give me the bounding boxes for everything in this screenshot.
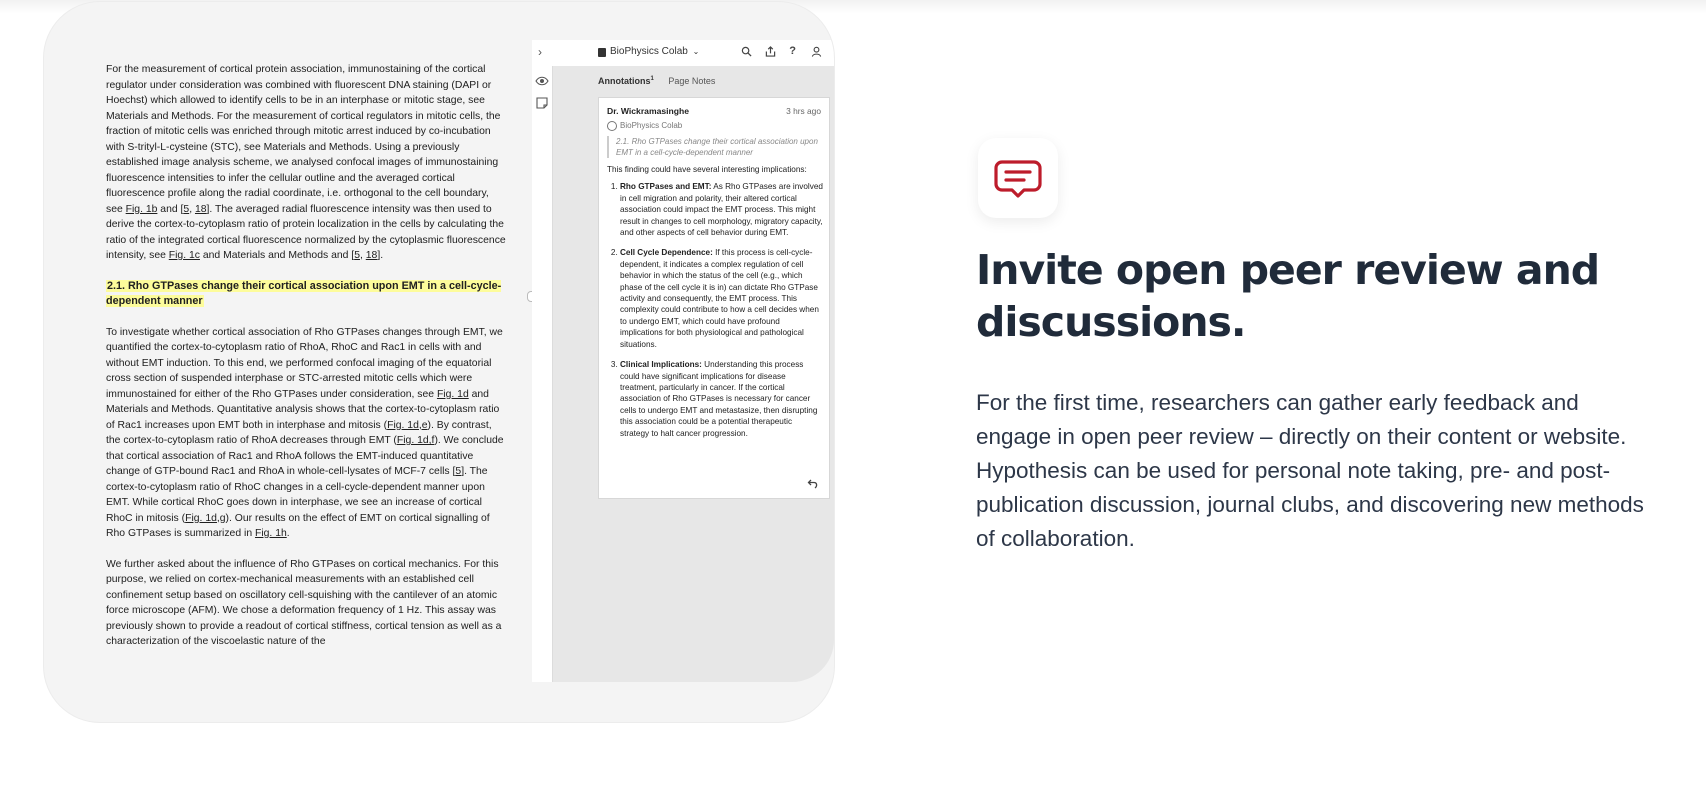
chevron-down-icon: ⌄ [692,47,700,56]
annotation-list: Rho GTPases and EMT: As Rho GTPases are … [607,181,823,439]
tab-label: Annotations [598,76,651,86]
annotation-time[interactable]: 3 hrs ago [786,106,821,117]
toolbar-icons: ? [741,45,822,57]
reference-link[interactable]: 18 [366,250,378,261]
section-heading: 2.1. Rho GTPases change their cortical a… [106,279,508,310]
figure-link[interactable]: Fig. 1d,e [387,420,427,431]
user-icon[interactable] [811,46,822,57]
note-icon[interactable] [535,96,549,110]
tab-annotations[interactable]: Annotations1 [598,76,654,86]
list-item: Cell Cycle Dependence: If this process i… [620,247,823,350]
highlighted-heading[interactable]: 2.1. Rho GTPases change their cortical a… [106,279,502,307]
group-icon [607,120,617,131]
paragraph-1: For the measurement of cortical protein … [106,62,508,264]
item-text: Understanding this process could have si… [620,360,818,438]
annotation-author[interactable]: Dr. Wickramasinghe [607,106,689,117]
reply-icon[interactable] [807,478,819,490]
figure-link[interactable]: Fig. 1b [126,204,158,215]
chat-bubble-icon [994,160,1042,198]
text: and Materials and Methods and [ [199,250,355,261]
figure-link[interactable]: Fig. 1d,f [397,435,435,446]
feature-headline: Invite open peer review and discussions. [976,246,1600,346]
text: . [286,528,290,539]
screenshot-card: For the measurement of cortical protein … [44,2,834,722]
annotation-sidebar: › BioPhysics Colab ⌄ ? Annotations1 Page… [532,40,834,682]
sidebar-tools [532,66,553,682]
article-content: For the measurement of cortical protein … [106,62,508,665]
sidebar-tabs: Annotations1 Page Notes [598,76,715,86]
help-icon[interactable]: ? [789,45,796,57]
tab-count: 1 [650,76,654,82]
annotation-group: BioPhysics Colab [607,120,682,131]
figure-link[interactable]: Fig. 1d,g [185,513,225,524]
item-title: Cell Cycle Dependence: [620,248,713,258]
paragraph-3: We further asked about the influence of … [106,558,502,648]
annotation-body: This finding could have several interest… [607,164,823,448]
figure-link[interactable]: Fig. 1h [255,528,287,539]
list-item: Rho GTPases and EMT: As Rho GTPases are … [620,181,823,238]
search-icon[interactable] [741,46,752,57]
feature-icon-tile [978,138,1058,218]
paragraph-2: To investigate whether cortical associat… [106,325,508,542]
item-title: Clinical Implications: [620,360,702,370]
eye-icon[interactable] [535,74,549,88]
figure-link[interactable]: Fig. 1c [169,250,200,261]
collapse-sidebar-icon[interactable]: › [538,45,542,59]
group-selector[interactable]: BioPhysics Colab ⌄ [598,46,699,57]
tab-page-notes[interactable]: Page Notes [668,76,715,86]
annotation-intro: This finding could have several interest… [607,165,807,174]
group-label: BioPhysics Colab [620,121,683,130]
item-text: If this process is cell-cycle-dependent,… [620,248,819,349]
annotation-quote: 2.1. Rho GTPases change their cortical a… [607,136,821,158]
sidebar-topbar: › BioPhysics Colab ⌄ ? [532,40,834,66]
text: and [ [157,203,184,215]
feature-description: For the first time, researchers can gath… [976,390,1644,551]
group-name: BioPhysics Colab [610,46,688,57]
list-item: Clinical Implications: Understanding thi… [620,359,823,439]
annotation-card[interactable]: Dr. Wickramasinghe 3 hrs ago BioPhysics … [598,97,830,499]
item-title: Rho GTPases and EMT: [620,182,712,192]
reference-link[interactable]: 18 [195,204,207,215]
share-icon[interactable] [765,45,776,57]
text: ]. [377,250,384,261]
figure-link[interactable]: Fig. 1d [437,389,469,400]
text: For the measurement of cortical protein … [106,64,501,215]
